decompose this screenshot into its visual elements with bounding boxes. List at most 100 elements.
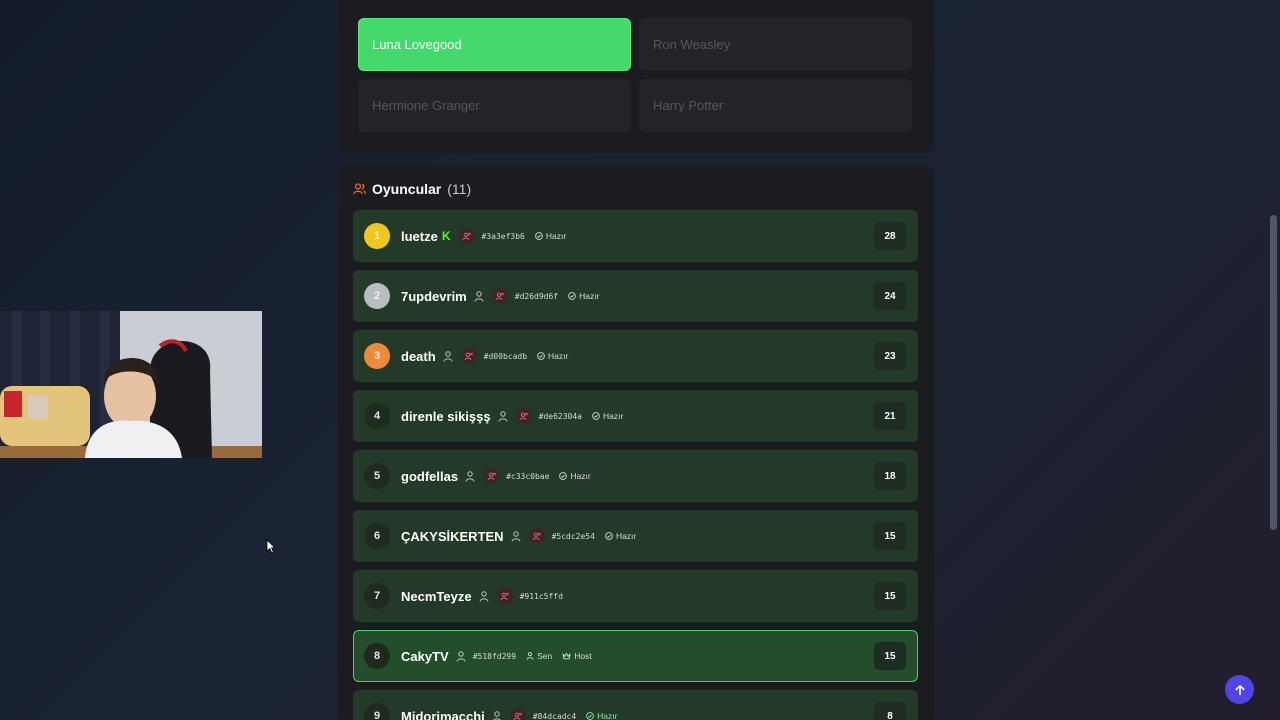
score-badge: 15: [874, 642, 906, 670]
player-hash: #3a3ef3b6: [481, 231, 525, 241]
user-icon: [465, 470, 475, 482]
remove-user-icon[interactable]: [509, 708, 526, 720]
player-name: ÇAKYSİKERTEN: [401, 528, 504, 544]
rank-badge: 7: [364, 583, 390, 609]
ready-status: Hazır: [586, 711, 617, 720]
player-hash: #d00bcadb: [483, 351, 528, 361]
remove-user-icon[interactable]: [528, 528, 545, 544]
player-row: 6 ÇAKYSİKERTEN #5cdc2e54 Hazır 15: [353, 510, 918, 562]
score-badge: 21: [874, 402, 906, 430]
player-hash: #d26d9d6f: [514, 291, 559, 301]
host-label: Host: [574, 651, 592, 661]
ready-label: Hazır: [570, 471, 591, 481]
check-circle-icon: [537, 352, 545, 360]
remove-user-icon[interactable]: [491, 288, 508, 304]
player-name: CakyTV: [401, 648, 449, 664]
check-circle-icon: [535, 232, 543, 240]
user-icon: [492, 710, 501, 720]
user-icon: [498, 410, 508, 422]
player-row: 9 Midorimacchi #84dcadc4 Hazır 8: [353, 690, 918, 720]
player-name: NecmTeyze: [401, 588, 472, 604]
rank-badge: 1: [364, 223, 390, 249]
rank-badge: 5: [364, 463, 390, 489]
crown-icon: [562, 652, 571, 660]
rank-badge: 2: [364, 283, 390, 309]
host-tag: Host: [562, 651, 592, 661]
player-row-self: 8 CakyTV #518fd299 Sen Host 15: [353, 630, 918, 682]
ready-label: Hazır: [597, 711, 618, 720]
score-badge: 8: [874, 702, 906, 720]
check-circle-icon: [605, 532, 613, 540]
answer-option[interactable]: Luna Lovegood: [358, 18, 631, 71]
mouse-cursor-icon: [266, 539, 276, 554]
you-tag: Sen: [526, 651, 552, 661]
player-name: direnle sikişşş: [401, 408, 491, 424]
ready-status: Hazır: [568, 291, 599, 301]
player-name: Midorimacchi: [401, 708, 485, 720]
remove-user-icon[interactable]: [483, 468, 500, 484]
rank-badge: 6: [364, 523, 390, 549]
answer-label: Luna Lovegood: [372, 37, 462, 52]
score-badge: 15: [874, 522, 906, 550]
remove-user-icon[interactable]: [496, 588, 513, 604]
player-name: 7updevrim: [401, 288, 467, 304]
answer-label: Hermione Granger: [372, 98, 480, 113]
player-row: 4 direnle sikişşş #de62304a Hazır 21: [353, 390, 918, 442]
player-row: 5 godfellas #c33c0bae Hazır 18: [353, 450, 918, 502]
user-icon: [443, 350, 453, 362]
ready-label: Hazır: [545, 231, 567, 241]
check-circle-icon: [592, 412, 600, 420]
check-circle-icon: [559, 472, 568, 480]
score-badge: 18: [874, 462, 906, 490]
rank-badge: 4: [364, 403, 390, 429]
player-hash: #911c5ffd: [519, 591, 563, 601]
user-icon: [526, 652, 534, 660]
remove-user-icon[interactable]: [460, 348, 477, 364]
ready-status: Hazır: [537, 351, 568, 361]
ready-status: Hazır: [535, 231, 566, 241]
ready-status: Hazır: [559, 471, 591, 481]
page-scrollbar[interactable]: [1270, 215, 1277, 530]
score-badge: 24: [874, 282, 906, 310]
rank-badge: 8: [364, 643, 390, 669]
user-icon: [456, 650, 466, 662]
score-badge: 28: [874, 222, 906, 250]
remove-user-icon[interactable]: [458, 228, 475, 244]
rank-badge: 9: [364, 703, 390, 720]
players-header: Oyuncular (11): [353, 181, 471, 197]
main-column: Luna Lovegood Ron Weasley Hermione Grang…: [338, 0, 934, 720]
webcam-overlay: [0, 311, 262, 458]
ready-status: Hazır: [592, 411, 623, 421]
ready-label: Hazır: [615, 531, 637, 541]
check-circle-icon: [568, 292, 576, 300]
rank-badge: 3: [364, 343, 390, 369]
user-icon: [511, 530, 521, 542]
score-badge: 15: [874, 582, 906, 610]
player-hash: #c33c0bae: [506, 471, 550, 481]
scroll-to-top-button[interactable]: [1225, 675, 1254, 704]
users-icon: [353, 183, 366, 195]
user-icon: [474, 290, 484, 302]
player-row: 2 7updevrim #d26d9d6f Hazır 24: [353, 270, 918, 322]
kick-badge: K: [441, 229, 451, 243]
player-row: 1 luetze K #3a3ef3b6 Hazır 28: [353, 210, 918, 262]
player-name: godfellas: [401, 468, 459, 484]
check-circle-icon: [586, 712, 595, 720]
player-row: 7 NecmTeyze #911c5ffd 15: [353, 570, 918, 622]
answer-option[interactable]: Hermione Granger: [358, 79, 631, 132]
score-badge: 23: [874, 342, 906, 370]
answer-label: Ron Weasley: [653, 37, 731, 52]
answer-option[interactable]: Ron Weasley: [639, 18, 912, 71]
answer-options-panel: Luna Lovegood Ron Weasley Hermione Grang…: [338, 0, 934, 153]
ready-label: Hazır: [548, 351, 569, 361]
answer-option[interactable]: Harry Potter: [639, 79, 912, 132]
players-title: Oyuncular: [372, 181, 442, 197]
player-hash: #5cdc2e54: [551, 531, 595, 541]
player-name: death: [401, 348, 436, 364]
ready-status: Hazır: [605, 531, 636, 541]
webcam-image: [0, 311, 262, 458]
remove-user-icon[interactable]: [515, 408, 532, 424]
player-hash: #84dcadc4: [532, 711, 577, 720]
player-row: 3 death #d00bcadb Hazır 23: [353, 330, 918, 382]
player-hash: #518fd299: [472, 651, 517, 661]
